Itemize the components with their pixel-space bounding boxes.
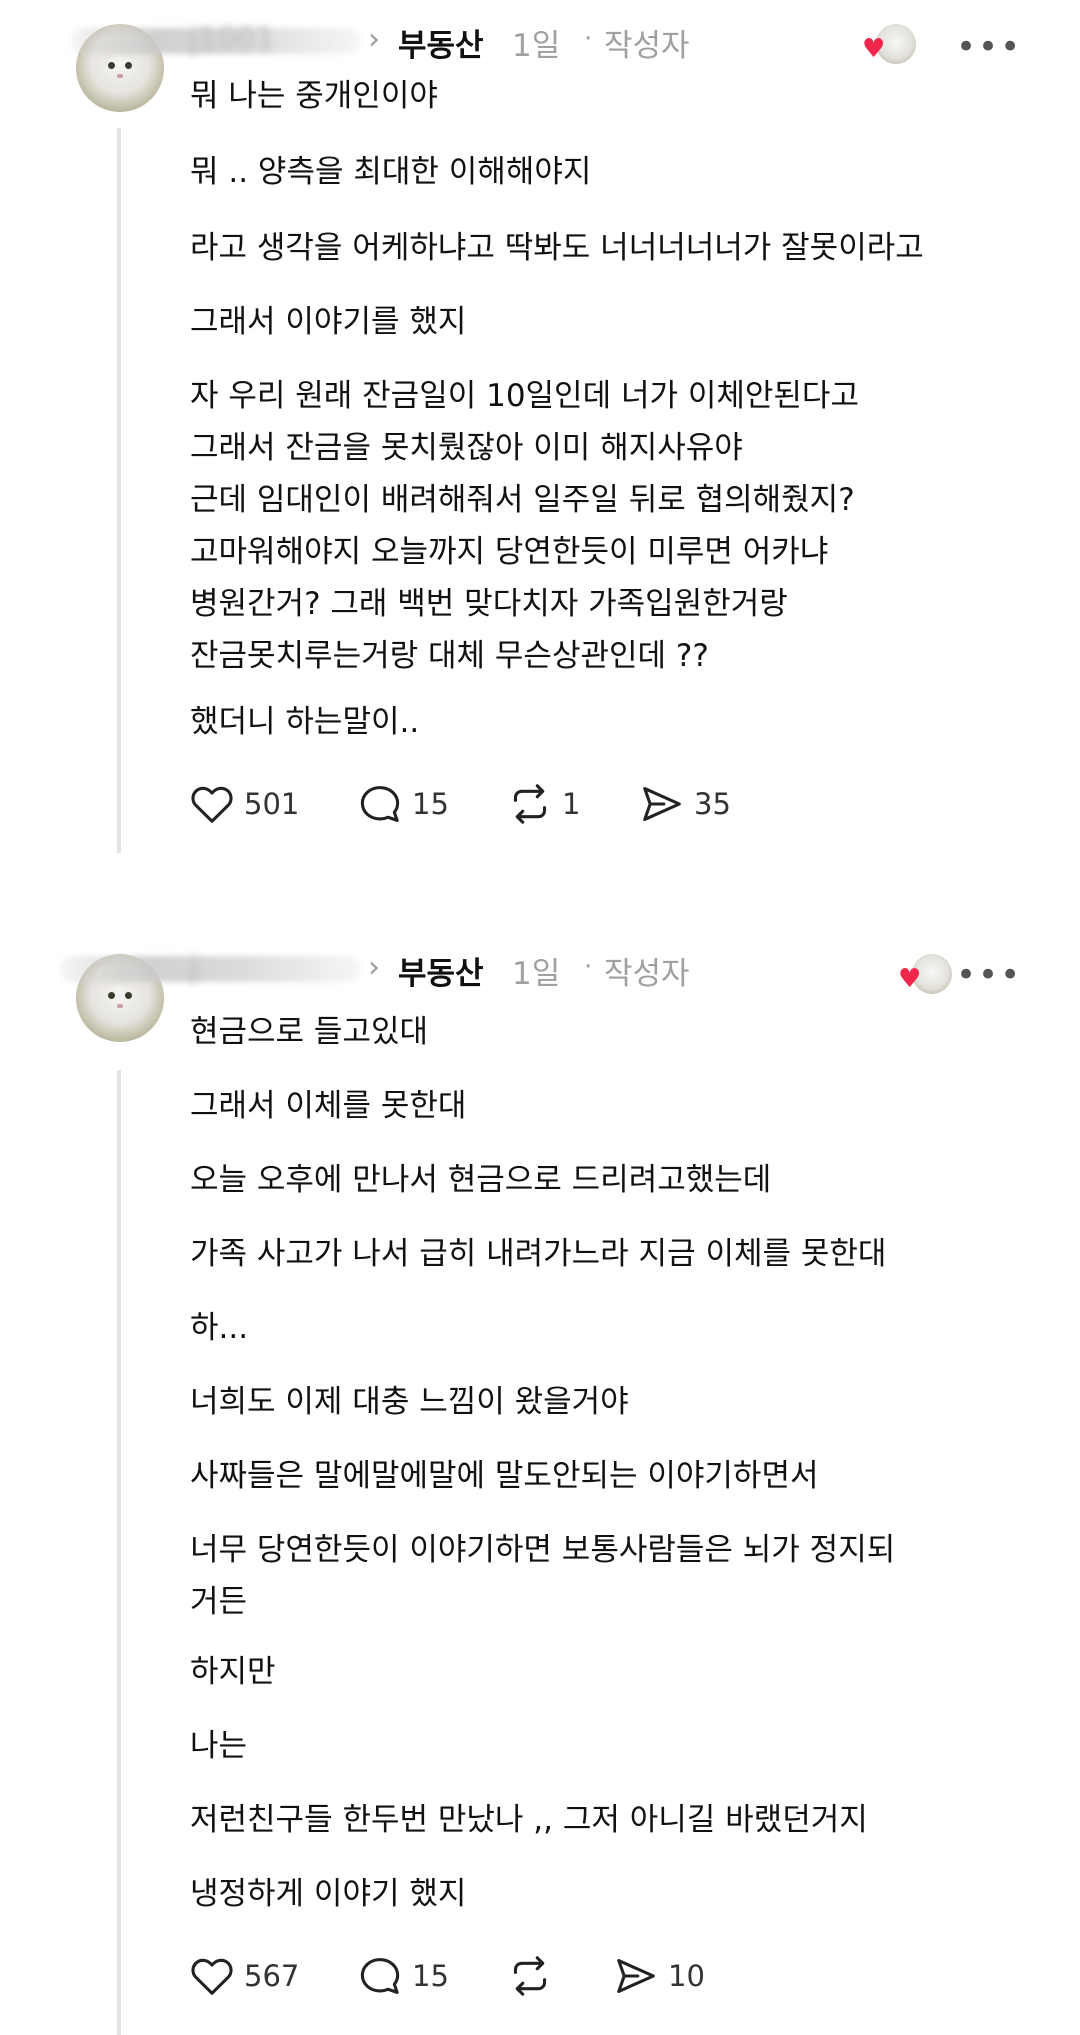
post-text: 냉정하게 이야기 했지 <box>190 1876 467 1912</box>
comment-button[interactable]: 15 <box>358 784 449 824</box>
post-age: 1일 <box>512 956 561 992</box>
post-2: j › 부동산 1일 · 작성자 ♥ ••• 현금으로 들고있대 그래서 이체를… <box>0 930 1080 2035</box>
chevron-right-icon: › <box>368 22 380 57</box>
comment-button[interactable]: 15 <box>358 1956 449 1996</box>
comment-count: 15 <box>412 787 449 821</box>
heart-outline-icon <box>191 1958 233 1995</box>
repost-count: 1 <box>562 787 581 821</box>
share-button[interactable]: 35 <box>640 784 731 824</box>
separator-dot: · <box>584 952 593 982</box>
like-button[interactable]: 567 <box>190 1956 299 1996</box>
post-text: 뭐 .. 양측을 최대한 이해해야지 <box>190 154 592 190</box>
repost-icon <box>513 1956 547 1996</box>
comment-bubble-icon <box>360 1958 400 1994</box>
like-count: 567 <box>244 1959 300 1993</box>
author-badge: 작성자 <box>604 28 690 64</box>
avatar-eye <box>108 62 115 69</box>
repost-icon <box>513 784 547 824</box>
post-text: 하지만 <box>190 1654 276 1690</box>
post-text: 오늘 오후에 만나서 현금으로 드리려고했는데 <box>190 1162 772 1198</box>
username[interactable]: j1001 <box>190 22 275 57</box>
topic-tag[interactable]: 부동산 <box>398 20 484 65</box>
avatar-nose <box>117 74 123 78</box>
comment-bubble-icon <box>360 786 400 822</box>
like-button[interactable]: 501 <box>190 784 299 824</box>
share-count: 10 <box>668 1959 705 1993</box>
repost-button[interactable]: 1 <box>508 784 580 824</box>
repost-button[interactable] <box>508 1956 562 1996</box>
heart-icon: ♥ <box>862 34 886 64</box>
post-text: 뭐 나는 중개인이야 <box>190 78 438 114</box>
more-options-button[interactable]: ••• <box>956 958 1022 992</box>
post-text: 했더니 하는말이.. <box>190 704 420 740</box>
topic-tag[interactable]: 부동산 <box>398 948 484 993</box>
post-text: 현금으로 들고있대 <box>190 1014 429 1050</box>
post-text: 저런친구들 한두번 만났나 ,, 그저 아니길 바랬던거지 <box>190 1802 868 1838</box>
author-badge: 작성자 <box>604 956 690 992</box>
post-text: 사짜들은 말에말에말에 말도안되는 이야기하면서 <box>190 1458 819 1494</box>
post-age: 1일 <box>512 28 561 64</box>
post-text: 그래서 이야기를 했지 <box>190 304 467 340</box>
post-1: j1001 › 부동산 1일 · 작성자 ♥ ••• 뭐 나는 중개인이야 뭐 … <box>0 0 1080 870</box>
post-text: 라고 생각을 어케하냐고 딱봐도 너너너너너가 잘못이라고 <box>190 230 924 266</box>
like-count: 501 <box>244 787 300 821</box>
send-icon <box>617 1959 655 1993</box>
thread-line <box>117 1070 121 2035</box>
send-icon <box>643 787 681 821</box>
avatar-nose <box>117 1004 123 1008</box>
comment-count: 15 <box>412 1959 449 1993</box>
share-count: 35 <box>694 787 731 821</box>
post-text: 나는 <box>190 1728 248 1764</box>
avatar-eye <box>108 992 115 999</box>
post-text: 너희도 이제 대충 느낌이 왔을거야 <box>190 1384 629 1420</box>
heart-icon: ♥ <box>898 964 922 994</box>
post-text: 그래서 이체를 못한대 <box>190 1088 467 1124</box>
chevron-right-icon: › <box>368 950 380 985</box>
avatar-eye <box>125 992 132 999</box>
share-button[interactable]: 10 <box>614 1956 705 1996</box>
username-blur-mask <box>60 956 360 982</box>
separator-dot: · <box>584 24 593 54</box>
username[interactable]: j <box>190 950 198 985</box>
more-options-button[interactable]: ••• <box>956 30 1022 64</box>
post-text: 가족 사고가 나서 급히 내려가느라 지금 이체를 못한대 <box>190 1236 887 1272</box>
post-text: 자 우리 원래 잔금일이 10일인데 너가 이체안된다고 그래서 잔금을 못치뤘… <box>190 378 859 674</box>
thread-line <box>117 128 121 853</box>
post-text: 하... <box>190 1310 249 1346</box>
avatar-eye <box>125 62 132 69</box>
heart-outline-icon <box>191 786 233 823</box>
post-text: 너무 당연한듯이 이야기하면 보통사람들은 뇌가 정지되 거든 <box>190 1532 896 1620</box>
